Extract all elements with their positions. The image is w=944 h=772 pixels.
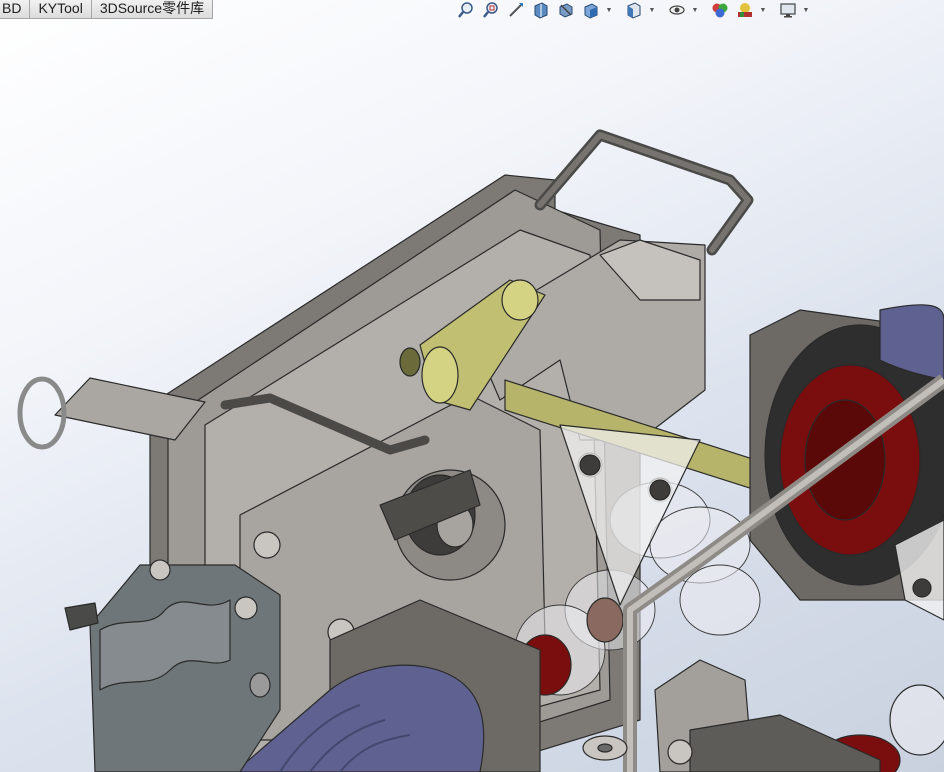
heads-up-view-toolbar: ▼ ▼ ▼ ▼ ▼ (455, 0, 810, 20)
graphics-viewport[interactable]: BD KYTool 3DSource零件库 ▼ ▼ ▼ ▼ ▼ (0, 0, 944, 772)
chevron-down-icon[interactable]: ▼ (691, 0, 699, 20)
zoom-to-fit-icon[interactable] (455, 0, 477, 20)
section-view-icon[interactable] (530, 0, 552, 20)
plate-bolt (253, 531, 281, 559)
view-orientation-icon[interactable] (580, 0, 602, 20)
chevron-down-icon[interactable]: ▼ (802, 0, 810, 20)
dynamic-annotation-views-icon[interactable] (555, 0, 577, 20)
display-style-icon[interactable] (623, 0, 645, 20)
tab-kytool[interactable]: KYTool (30, 0, 92, 19)
previous-view-icon[interactable] (505, 0, 527, 20)
chevron-down-icon[interactable]: ▼ (759, 0, 767, 20)
edit-appearance-icon[interactable] (709, 0, 731, 20)
command-manager-tabs: BD KYTool 3DSource零件库 (0, 0, 214, 20)
cad-assembly-model[interactable] (0, 0, 944, 772)
chevron-down-icon[interactable]: ▼ (605, 0, 613, 20)
chevron-down-icon[interactable]: ▼ (648, 0, 656, 20)
view-settings-icon[interactable] (777, 0, 799, 20)
zoom-to-area-icon[interactable] (480, 0, 502, 20)
hide-show-items-icon[interactable] (666, 0, 688, 20)
tab-bd[interactable]: BD (0, 0, 31, 19)
tab-3dsource[interactable]: 3DSource零件库 (91, 0, 214, 19)
apply-scene-icon[interactable] (734, 0, 756, 20)
